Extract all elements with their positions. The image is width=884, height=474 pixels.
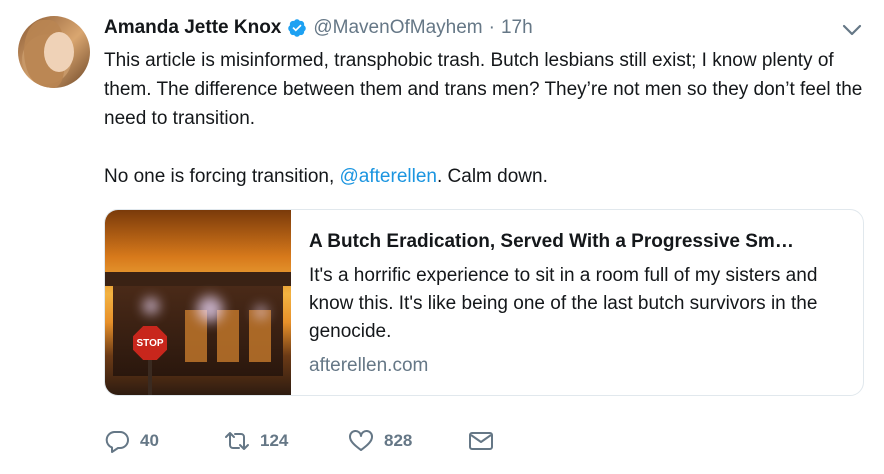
like-count: 828 [384,431,413,450]
heart-icon [349,430,373,451]
tweet-text-after-mention: . Calm down. [436,166,548,187]
link-card[interactable]: STOP A Butch Eradication, Served With a … [104,209,864,396]
avatar[interactable] [18,16,90,88]
tweet-actions: 40 124 828 [104,426,494,456]
tweet-text: This article is misinformed, transphobic… [104,46,864,191]
retweet-icon [225,432,249,450]
tweet-paragraph-1: This article is misinformed, transphobic… [104,50,863,129]
card-thumbnail: STOP [105,210,291,395]
card-title[interactable]: A Butch Eradication, Served With a Progr… [309,230,845,254]
retweet-count: 124 [260,431,289,450]
thumbnail-roof [105,272,291,286]
author-name[interactable]: Amanda Jette Knox [104,17,281,39]
like-button[interactable]: 828 [348,429,468,453]
verified-badge-icon [287,18,307,38]
tweet-paragraph-2: No one is forcing transition, @afterelle… [104,162,864,191]
thumbnail-light [255,306,267,318]
reply-icon [105,431,129,453]
retweet-button[interactable]: 124 [224,429,348,453]
card-domain[interactable]: afterellen.com [309,354,845,378]
tweet-text-before-mention: No one is forcing transition, [104,166,340,187]
thumbnail-light [197,296,223,322]
stop-sign-pole [148,360,152,395]
chevron-down-icon[interactable] [842,22,862,38]
thumbnail-window [217,310,239,362]
mention-link[interactable]: @afterellen [340,166,437,187]
reply-count: 40 [140,431,159,450]
author-handle[interactable]: @MavenOfMayhem [313,17,482,39]
direct-message-button[interactable] [468,429,494,453]
reply-button[interactable]: 40 [104,429,224,453]
envelope-icon [469,432,493,450]
tweet-timestamp[interactable]: 17h [501,17,533,39]
avatar-face [44,32,74,72]
stop-sign: STOP [133,326,167,360]
card-body: A Butch Eradication, Served With a Progr… [291,210,863,395]
card-description: It's a horrific experience to sit in a r… [309,265,818,342]
tweet-header: Amanda Jette Knox @MavenOfMayhem · 17h [104,14,533,42]
thumbnail-light [143,298,159,314]
separator-dot: · [488,17,495,38]
